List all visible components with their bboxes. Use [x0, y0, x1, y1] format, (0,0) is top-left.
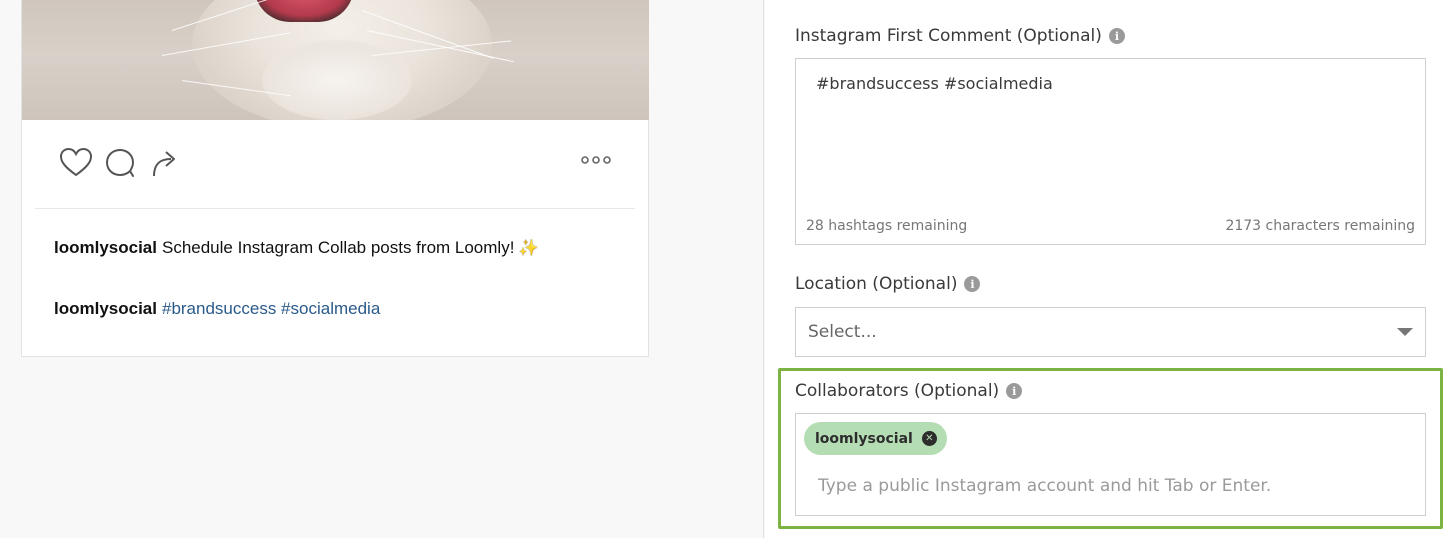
- collaborators-highlight-frame: [778, 368, 1443, 529]
- more-options-icon[interactable]: [580, 148, 614, 172]
- post-preview-pane: loomlysocial Schedule Instagram Collab po…: [0, 0, 764, 538]
- info-icon[interactable]: i: [1108, 28, 1125, 44]
- location-select[interactable]: Select...: [795, 307, 1426, 357]
- location-label: Location (Optional) i: [795, 274, 981, 294]
- location-label-text: Location (Optional): [795, 274, 958, 294]
- share-icon[interactable]: [149, 146, 183, 180]
- comment-username[interactable]: loomlysocial: [54, 299, 157, 318]
- instagram-post-card: loomlysocial Schedule Instagram Collab po…: [21, 0, 649, 357]
- hashtags-remaining-counter: 28 hashtags remaining: [806, 218, 968, 234]
- caption-username[interactable]: loomlysocial: [54, 238, 157, 257]
- location-select-placeholder: Select...: [808, 322, 877, 342]
- post-actions-bar: [22, 120, 649, 208]
- sparkles-emoji: ✨: [518, 240, 539, 257]
- caption-text: Schedule Instagram Collab posts from Loo…: [161, 238, 515, 257]
- cat-chin: [262, 40, 412, 120]
- post-caption: loomlysocial Schedule Instagram Collab po…: [54, 238, 538, 258]
- first-comment-label: Instagram First Comment (Optional) i: [795, 26, 1125, 46]
- post-first-comment: loomlysocial #brandsuccess #socialmedia: [54, 299, 380, 319]
- heart-icon[interactable]: [59, 146, 93, 180]
- chevron-down-icon: [1397, 328, 1413, 336]
- info-icon[interactable]: i: [964, 276, 981, 292]
- divider: [35, 208, 635, 209]
- first-comment-label-text: Instagram First Comment (Optional): [795, 26, 1102, 46]
- characters-remaining-counter: 2173 characters remaining: [1225, 218, 1415, 234]
- post-image: [22, 0, 649, 120]
- comment-icon[interactable]: [103, 146, 137, 180]
- comment-hashtags[interactable]: #brandsuccess #socialmedia: [162, 299, 380, 318]
- first-comment-value: #brandsuccess #socialmedia: [816, 74, 1053, 93]
- first-comment-textarea[interactable]: #brandsuccess #socialmedia 28 hashtags r…: [795, 58, 1426, 245]
